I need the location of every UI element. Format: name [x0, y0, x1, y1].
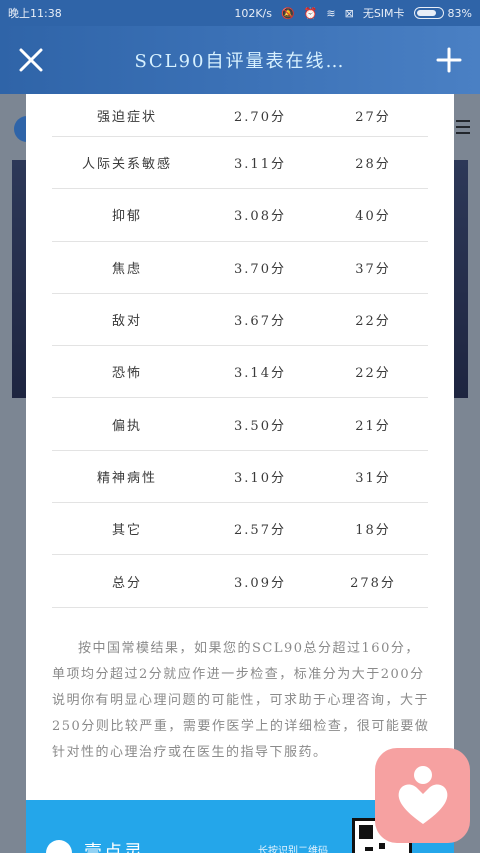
factor-total: 22分 [355, 366, 391, 382]
factor-name: 偏执 [111, 418, 142, 434]
result-explanation: 按中国常模结果，如果您的SCL90总分超过160分，单项均分超过2分就应作进一步… [52, 640, 430, 760]
close-button[interactable] [14, 43, 48, 77]
factor-average: 3.09分 [234, 575, 286, 591]
factor-name: 其它 [111, 523, 142, 539]
title-bar: SCL90自评量表在线… [0, 26, 480, 94]
heart-person-icon [398, 765, 447, 824]
battery-icon: 83% [413, 6, 472, 20]
factor-average: 3.10分 [234, 470, 286, 486]
factor-total: 40分 [355, 209, 391, 225]
factor-total: 18分 [355, 523, 391, 539]
mute-icon: 🔕 [280, 6, 295, 20]
sim-icon: ⊠ [344, 6, 354, 20]
table-row: 总分 3.09分 278分 [52, 555, 428, 608]
factor-average: 3.50分 [234, 418, 286, 434]
table-row: 偏执 3.50分 21分 [52, 398, 428, 451]
factor-name: 人际关系敏感 [81, 157, 172, 173]
plus-icon [436, 47, 462, 73]
qr-hint: 长按识别二维码 [258, 846, 328, 853]
brand-name: 壹点灵 [84, 842, 144, 853]
factor-total: 37分 [355, 261, 391, 277]
factor-name: 强迫症状 [96, 109, 157, 125]
factor-average: 3.14分 [234, 366, 286, 382]
factor-total: 31分 [355, 470, 391, 486]
add-button[interactable] [432, 43, 466, 77]
factor-total: 22分 [355, 314, 391, 330]
network-speed: 102K/s [234, 6, 272, 20]
battery-percent: 83% [447, 6, 472, 20]
table-row: 人际关系敏感 3.11分 28分 [52, 137, 428, 190]
carrier-label: 无SIM卡 [362, 7, 405, 20]
table-row: 其它 2.57分 18分 [52, 503, 428, 556]
table-row: 敌对 3.67分 22分 [52, 294, 428, 347]
factor-average: 2.57分 [234, 523, 286, 539]
floating-app-button[interactable] [375, 748, 470, 843]
factor-total: 278分 [350, 575, 396, 591]
factor-average: 3.70分 [234, 261, 286, 277]
table-row: 精神病性 3.10分 31分 [52, 451, 428, 504]
wifi-icon: ≋ [326, 6, 336, 20]
brand-logo-icon [46, 840, 72, 853]
factor-total: 28分 [355, 157, 391, 173]
factor-name: 总分 [111, 575, 142, 591]
factor-total: 21分 [355, 418, 391, 434]
table-row: 强迫症状 2.70分 27分 [52, 94, 428, 137]
factor-name: 敌对 [111, 314, 142, 330]
factor-average: 3.08分 [234, 209, 286, 225]
alarm-icon: ⏰ [303, 6, 318, 20]
table-row: 抑郁 3.08分 40分 [52, 189, 428, 242]
table-row: 恐怖 3.14分 22分 [52, 346, 428, 399]
factor-total: 27分 [355, 109, 391, 125]
factor-name: 抑郁 [111, 209, 142, 225]
page-title: SCL90自评量表在线… [134, 51, 346, 72]
factor-name: 恐怖 [111, 366, 142, 382]
factor-name: 焦虑 [111, 261, 142, 277]
table-row: 焦虑 3.70分 37分 [52, 242, 428, 294]
factor-name: 精神病性 [96, 470, 157, 486]
menu-icon [456, 116, 470, 136]
result-card: 强迫症状 2.70分 27分 人际关系敏感 3.11分 28分 抑郁 3.08分… [26, 94, 454, 853]
status-bar: 晚上11:38 102K/s 🔕 ⏰ ≋ ⊠ 无SIM卡 83% [0, 0, 480, 26]
results-table: 强迫症状 2.70分 27分 人际关系敏感 3.11分 28分 抑郁 3.08分… [52, 94, 428, 608]
close-icon [19, 48, 43, 72]
factor-average: 2.70分 [234, 109, 286, 125]
factor-average: 3.67分 [234, 314, 286, 330]
factor-average: 3.11分 [234, 157, 286, 173]
status-time: 晚上11:38 [8, 7, 62, 20]
